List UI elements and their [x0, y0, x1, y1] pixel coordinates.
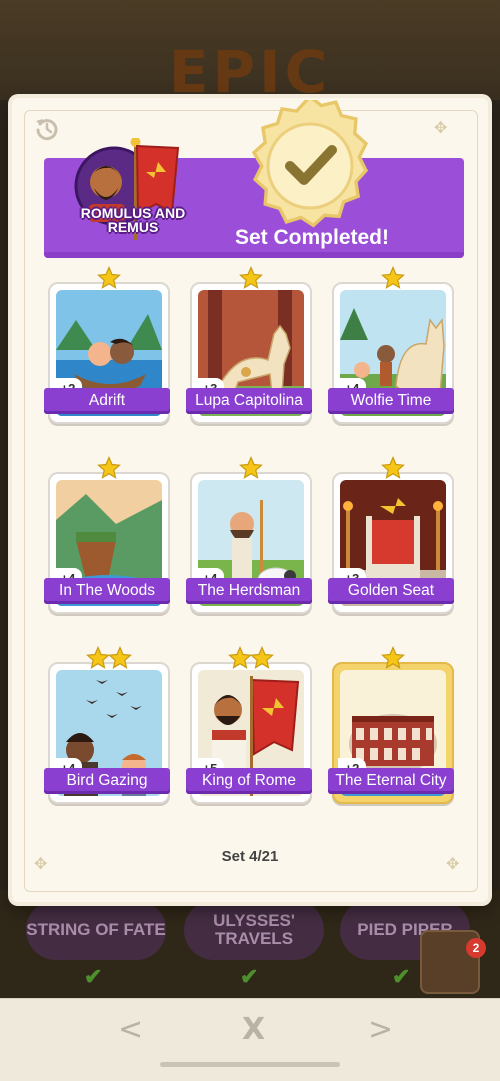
card-stars: [332, 646, 454, 672]
chevron-right-icon[interactable]: >: [362, 1011, 399, 1048]
card-king-of-rome[interactable]: +5King of Rome: [186, 646, 312, 804]
card-the-herdsman[interactable]: +4The Herdsman: [186, 456, 312, 614]
close-icon[interactable]: X: [236, 1011, 271, 1048]
card-name: The Eternal City: [328, 768, 454, 794]
card-name: Bird Gazing: [44, 768, 170, 794]
background-set-chip: ULYSSES' TRAVELS: [184, 900, 324, 960]
card-name: Golden Seat: [328, 578, 454, 604]
star-icon: [381, 456, 405, 479]
card-in-the-woods[interactable]: +4In The Woods: [44, 456, 170, 614]
card-stars: [332, 456, 454, 482]
card-stars: [48, 456, 170, 482]
star-icon: [86, 646, 110, 669]
card-stars: [190, 456, 312, 482]
card-stars: [190, 646, 312, 672]
star-icon: [239, 456, 263, 479]
card-name: Wolfie Time: [328, 388, 454, 414]
set-detail-panel: ✥ ✥ ✥ ROMULUS AND REMUS Set Completed! +…: [12, 98, 488, 902]
bottom-nav: < X >: [0, 998, 500, 1081]
background-title: EPIC: [168, 38, 332, 106]
star-icon: [228, 646, 252, 669]
card-the-eternal-city[interactable]: +2The Eternal City: [328, 646, 454, 804]
set-completed-status: Set Completed!: [234, 226, 389, 249]
card-name: The Herdsman: [186, 578, 312, 604]
home-indicator: [160, 1062, 340, 1067]
set-name: ROMULUS AND REMUS: [80, 205, 186, 235]
checkmark-icon: ✔: [84, 964, 103, 989]
star-icon: [381, 266, 405, 289]
card-stars: [48, 646, 170, 672]
card-wolfie-time[interactable]: +4Wolfie Time: [328, 266, 454, 424]
card-name: Adrift: [44, 388, 170, 414]
star-icon: [97, 456, 121, 479]
card-name: King of Rome: [186, 768, 312, 794]
card-stars: [48, 266, 170, 292]
star-icon: [250, 646, 274, 669]
star-icon: [381, 646, 405, 669]
card-lupa-capitolina[interactable]: +3Lupa Capitolina: [186, 266, 312, 424]
chevron-left-icon[interactable]: <: [112, 1011, 149, 1048]
set-counter: Set 4/21: [221, 848, 279, 865]
album-badge: 2: [466, 938, 486, 958]
checkmark-icon: ✔: [240, 964, 259, 989]
checkmark-icon: ✔: [392, 964, 411, 989]
history-icon[interactable]: [34, 116, 60, 142]
card-name: Lupa Capitolina: [186, 388, 312, 414]
corner-ornament-icon: ✥: [434, 120, 448, 137]
background-set-chip: STRING OF FATE: [26, 900, 166, 960]
star-icon: [239, 266, 263, 289]
card-stars: [332, 266, 454, 292]
card-golden-seat[interactable]: +3Golden Seat: [328, 456, 454, 614]
star-icon: [97, 266, 121, 289]
card-bird-gazing[interactable]: +4Bird Gazing: [44, 646, 170, 804]
card-stars: [190, 266, 312, 292]
star-icon: [108, 646, 132, 669]
card-name: In The Woods: [44, 578, 170, 604]
card-adrift[interactable]: +2Adrift: [44, 266, 170, 424]
completion-seal: [251, 100, 369, 228]
